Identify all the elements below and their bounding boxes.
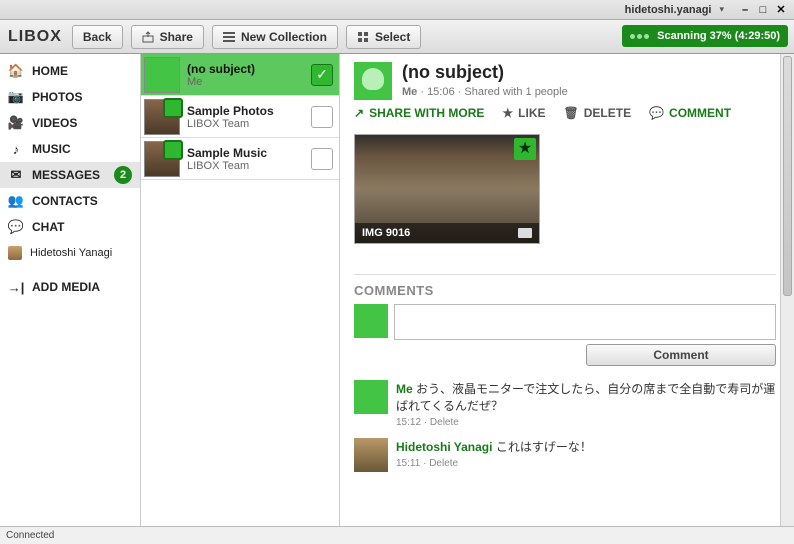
activity-dots-icon: [630, 30, 651, 42]
close-button[interactable]: ✕: [774, 3, 788, 17]
sidebar-item-chat[interactable]: 💬CHAT: [0, 214, 140, 240]
checkbox[interactable]: [311, 148, 333, 170]
comment-text: おう、液晶モニターで注文したら、自分の席まで全自動で寿司が運ばれてくるんだぜ？: [396, 382, 775, 413]
sidebar-item-music[interactable]: ♪MUSIC: [0, 136, 140, 162]
chat-icon: 💬: [8, 220, 24, 234]
libox-badge-icon: [163, 140, 183, 160]
sidebar-item-photos[interactable]: 📷PHOTOS: [0, 84, 140, 110]
comment-author[interactable]: Hidetoshi Yanagi: [396, 440, 492, 454]
post-title: (no subject): [402, 62, 568, 83]
list-item[interactable]: Sample MusicLIBOX Team: [141, 138, 339, 180]
sidebar-item-home[interactable]: 🏠HOME: [0, 58, 140, 84]
user-name[interactable]: hidetoshi.yanagi: [625, 4, 712, 16]
list-icon: [223, 31, 235, 43]
comment-action[interactable]: 💬COMMENT: [649, 106, 731, 120]
back-button[interactable]: Back: [72, 25, 123, 49]
checkbox[interactable]: ✓: [311, 64, 333, 86]
sidebar-item-videos[interactable]: 🎥VIDEOS: [0, 110, 140, 136]
status-bar: Connected: [0, 526, 794, 544]
like-action[interactable]: ★LIKE: [502, 106, 545, 120]
content-pane: (no subject) Me · 15:06 · Shared with 1 …: [340, 54, 794, 526]
list-item[interactable]: Sample PhotosLIBOX Team: [141, 96, 339, 138]
favorite-star-icon[interactable]: ★: [514, 138, 536, 160]
checkbox[interactable]: [311, 106, 333, 128]
titlebar: hidetoshi.yanagi ▾ – □ ✕: [0, 0, 794, 20]
share-button[interactable]: Share: [131, 25, 204, 49]
sidebar-item-messages[interactable]: ✉MESSAGES2: [0, 162, 140, 188]
avatar: [354, 304, 388, 338]
list-item-sub: LIBOX Team: [187, 118, 311, 130]
comment-delete-link[interactable]: Delete: [429, 458, 458, 469]
avatar: [354, 380, 388, 414]
sidebar-item-user[interactable]: Hidetoshi Yanagi: [0, 240, 140, 266]
comment-author[interactable]: Me: [396, 382, 413, 396]
message-list: (no subject)Me ✓ Sample PhotosLIBOX Team…: [141, 54, 340, 526]
camera-icon: 📷: [8, 90, 24, 104]
thumbnail: [144, 57, 180, 93]
list-item[interactable]: (no subject)Me ✓: [141, 54, 339, 96]
thumbnail: [144, 99, 180, 135]
list-item-sub: Me: [187, 76, 311, 88]
sidebar-item-contacts[interactable]: 👥CONTACTS: [0, 188, 140, 214]
comment-submit-button[interactable]: Comment: [586, 344, 776, 366]
comments-heading: COMMENTS: [354, 274, 776, 298]
chevron-down-icon[interactable]: ▾: [719, 4, 724, 15]
new-collection-button[interactable]: New Collection: [212, 25, 338, 49]
comment-time: 15:11: [396, 458, 420, 469]
camera-icon: [518, 228, 532, 238]
comment-delete-link[interactable]: Delete: [430, 417, 459, 428]
comment-icon: 💬: [649, 106, 664, 120]
sidebar-item-add-media[interactable]: →|ADD MEDIA: [0, 274, 140, 300]
video-icon: 🎥: [8, 116, 24, 130]
comment: Me おう、液晶モニターで注文したら、自分の席まで全自動で寿司が運ばれてくるんだ…: [354, 380, 776, 428]
select-button[interactable]: Select: [346, 25, 421, 49]
contacts-icon: 👥: [8, 194, 24, 208]
post-header: (no subject) Me · 15:06 · Shared with 1 …: [354, 62, 776, 100]
share-icon: [142, 31, 154, 43]
delete-action[interactable]: 🗑DELETE: [564, 106, 632, 120]
avatar: [354, 62, 392, 100]
app-logo: LIBOX: [8, 28, 62, 46]
list-item-title: Sample Photos: [187, 104, 311, 118]
connection-status: Connected: [6, 530, 54, 541]
scrollbar[interactable]: [780, 54, 794, 526]
comment-text: これはすげーな！: [496, 440, 592, 454]
envelope-icon: ✉: [8, 168, 24, 182]
music-icon: ♪: [8, 142, 24, 156]
share-more-action[interactable]: ↗SHARE WITH MORE: [354, 106, 484, 120]
libox-badge-icon: [163, 98, 183, 118]
toolbar: LIBOX Back Share New Collection Select S…: [0, 20, 794, 54]
home-icon: 🏠: [8, 64, 24, 78]
comment-input[interactable]: [394, 304, 776, 340]
grid-icon: [357, 31, 369, 43]
maximize-button[interactable]: □: [756, 3, 770, 17]
star-icon: ★: [502, 106, 513, 120]
messages-badge: 2: [114, 166, 132, 184]
scan-status-badge: Scanning 37% (4:29:50): [622, 25, 788, 47]
minimize-button[interactable]: –: [738, 3, 752, 17]
comment-time: 15:12: [396, 417, 421, 428]
comment: Hidetoshi Yanagi これはすげーな！ 15:11 · Delete: [354, 438, 776, 472]
scrollbar-thumb[interactable]: [783, 56, 792, 296]
avatar-icon: [8, 246, 22, 260]
image-caption: IMG 9016: [362, 227, 410, 239]
trash-icon: 🗑: [564, 106, 579, 120]
avatar: [354, 438, 388, 472]
list-item-title: (no subject): [187, 62, 311, 76]
share-icon: ↗: [354, 106, 364, 120]
post-meta: Me · 15:06 · Shared with 1 people: [402, 86, 568, 98]
main: 🏠HOME 📷PHOTOS 🎥VIDEOS ♪MUSIC ✉MESSAGES2 …: [0, 54, 794, 526]
comment-compose: [354, 304, 776, 340]
thumbnail: [144, 141, 180, 177]
list-item-title: Sample Music: [187, 146, 311, 160]
list-item-sub: LIBOX Team: [187, 160, 311, 172]
add-icon: →|: [8, 280, 24, 294]
post-actions: ↗SHARE WITH MORE ★LIKE 🗑DELETE 💬COMMENT: [354, 106, 776, 120]
image-card[interactable]: ★ IMG 9016: [354, 134, 540, 244]
sidebar: 🏠HOME 📷PHOTOS 🎥VIDEOS ♪MUSIC ✉MESSAGES2 …: [0, 54, 141, 526]
